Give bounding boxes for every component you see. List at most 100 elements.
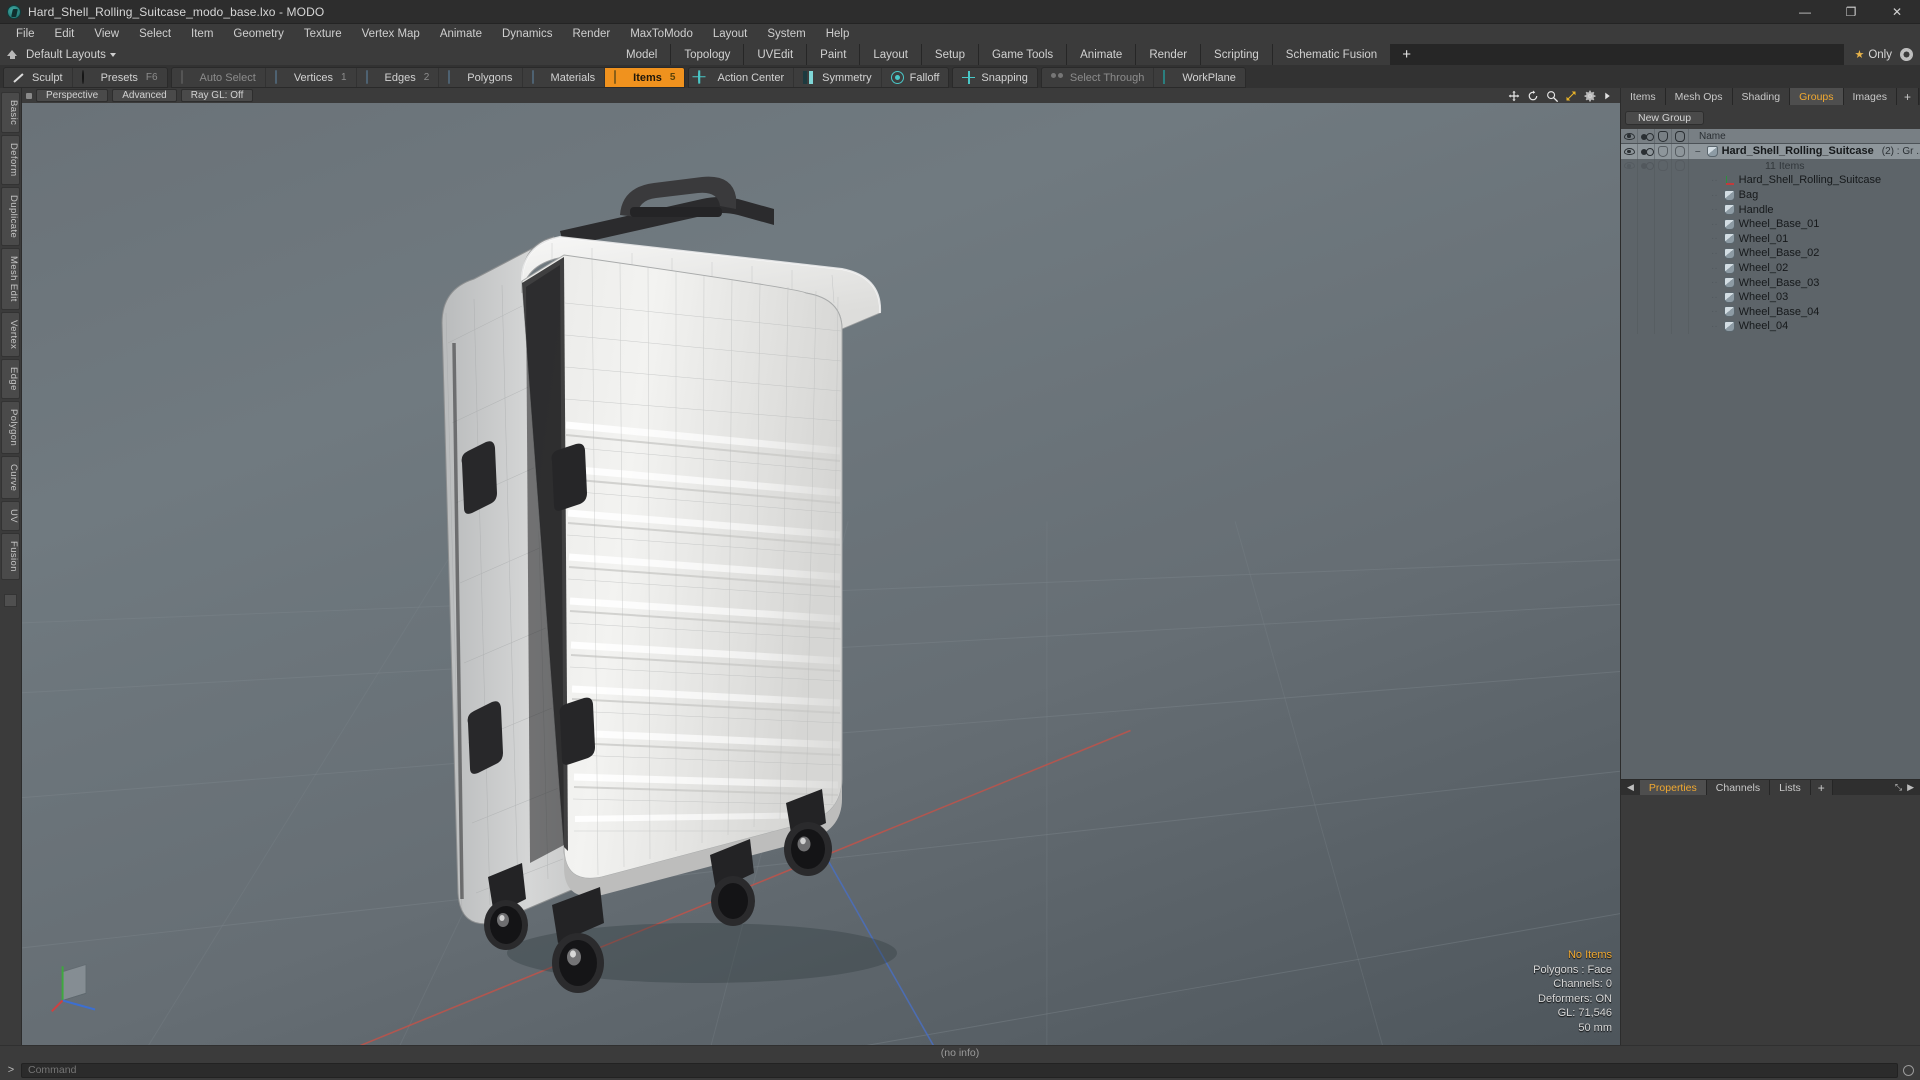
tree-branch-icon[interactable]: ·· <box>1711 219 1718 230</box>
tree-toggle-cell[interactable] <box>1672 232 1689 247</box>
tree-toggle-cell[interactable] <box>1638 261 1655 276</box>
toolbar-button-auto-select[interactable]: Auto Select <box>172 68 266 87</box>
bottom-tab-channels[interactable]: Channels <box>1707 780 1770 795</box>
tree-toggle-cell[interactable] <box>1638 305 1655 320</box>
rail-tab-basic[interactable]: Basic <box>1 92 20 133</box>
tree-toggle-cell[interactable] <box>1638 275 1655 290</box>
menu-item-maxtomodo[interactable]: MaxToModo <box>620 24 703 44</box>
tree-toggle-cell[interactable] <box>1638 290 1655 305</box>
rail-toggle-square[interactable] <box>4 594 17 607</box>
tree-toggle-cell[interactable] <box>1621 290 1638 305</box>
layout-preset-dropdown[interactable]: Default Layouts <box>26 49 116 61</box>
groups-tree[interactable]: Name –Hard_Shell_Rolling_Suitcase(2) : G… <box>1621 129 1920 779</box>
layout-tab-schematic-fusion[interactable]: Schematic Fusion <box>1273 44 1391 65</box>
tree-toggle-cell[interactable] <box>1655 305 1672 320</box>
tree-toggle-cell[interactable] <box>1621 261 1638 276</box>
axis-gizmo[interactable] <box>50 959 104 1015</box>
minimize-button[interactable]: — <box>1782 0 1828 24</box>
menu-item-system[interactable]: System <box>757 24 815 44</box>
tree-row[interactable]: ··Bag <box>1621 188 1920 203</box>
rail-tab-uv[interactable]: UV <box>1 501 20 531</box>
tree-row[interactable]: ··Wheel_03 <box>1621 290 1920 305</box>
bottom-tabs-right-controls[interactable]: ⤡▶ <box>1889 780 1920 795</box>
tree-toggle-cell[interactable] <box>1655 319 1672 334</box>
zoom-icon[interactable] <box>1546 90 1558 102</box>
tree-toggle-cell[interactable] <box>1672 188 1689 203</box>
menu-item-render[interactable]: Render <box>562 24 620 44</box>
rail-tab-vertex[interactable]: Vertex <box>1 312 20 357</box>
tree-row[interactable]: ··Wheel_Base_01 <box>1621 217 1920 232</box>
tree-toggle-cell[interactable] <box>1672 275 1689 290</box>
layout-tab-game-tools[interactable]: Game Tools <box>979 44 1067 65</box>
visibility-eye-icon[interactable] <box>1624 148 1635 155</box>
3d-viewport[interactable]: No Items Polygons : Face Channels: 0 Def… <box>22 103 1620 1045</box>
layout-tab-scripting[interactable]: Scripting <box>1201 44 1273 65</box>
right-tab-mesh-ops[interactable]: Mesh Ops <box>1666 88 1733 105</box>
move-icon[interactable] <box>1508 90 1520 102</box>
tree-toggle-cell[interactable] <box>1638 159 1655 174</box>
rail-tab-fusion[interactable]: Fusion <box>1 533 20 580</box>
caret-left-icon[interactable]: ◀ <box>1627 782 1634 793</box>
tree-toggle-cell[interactable] <box>1655 173 1672 188</box>
tree-row[interactable]: ··Wheel_01 <box>1621 232 1920 247</box>
tree-branch-icon[interactable]: ·· <box>1711 277 1718 288</box>
tree-toggle-cell[interactable] <box>1672 261 1689 276</box>
settings-gear-icon[interactable] <box>1584 90 1596 102</box>
tree-toggle-cell[interactable] <box>1621 159 1638 174</box>
toolbar-button-falloff[interactable]: Falloff <box>882 68 949 87</box>
shield-round-icon[interactable] <box>1658 160 1668 171</box>
menu-item-help[interactable]: Help <box>816 24 860 44</box>
tree-row[interactable]: –Hard_Shell_Rolling_Suitcase(2) : Gr ... <box>1621 144 1920 159</box>
rail-tab-edge[interactable]: Edge <box>1 359 20 399</box>
tree-branch-icon[interactable]: ·· <box>1711 306 1718 317</box>
tree-toggle-cell[interactable] <box>1655 246 1672 261</box>
tree-toggle-cell[interactable] <box>1672 290 1689 305</box>
tree-row[interactable]: ··Wheel_02 <box>1621 261 1920 276</box>
menu-item-vertex-map[interactable]: Vertex Map <box>352 24 430 44</box>
tree-toggle-cell[interactable] <box>1638 144 1655 159</box>
tree-toggle-cell[interactable] <box>1655 217 1672 232</box>
tree-toggle-cell[interactable] <box>1655 159 1672 174</box>
toolbar-button-select-through[interactable]: Select Through <box>1042 68 1154 87</box>
tree-branch-icon[interactable]: ·· <box>1711 175 1718 186</box>
layout-tab-model[interactable]: Model <box>613 44 671 65</box>
menu-item-file[interactable]: File <box>6 24 45 44</box>
menu-item-layout[interactable]: Layout <box>703 24 758 44</box>
tree-toggle-cell[interactable] <box>1672 202 1689 217</box>
tree-branch-icon[interactable]: ·· <box>1711 248 1718 259</box>
visibility-eye-icon[interactable] <box>1624 162 1635 169</box>
toolbar-button-items[interactable]: Items5 <box>605 68 684 87</box>
fit-icon[interactable] <box>1565 90 1577 102</box>
tree-toggle-cell[interactable] <box>1655 202 1672 217</box>
tree-toggle-cell[interactable] <box>1655 188 1672 203</box>
tree-toggle-cell[interactable] <box>1672 159 1689 174</box>
toolbar-button-snapping[interactable]: Snapping <box>953 68 1037 87</box>
tree-toggle-cell[interactable] <box>1672 305 1689 320</box>
shield-outline-icon[interactable] <box>1658 146 1668 157</box>
tree-row[interactable]: ··Wheel_Base_04 <box>1621 305 1920 320</box>
tree-toggle-cell[interactable] <box>1621 246 1638 261</box>
viewport-shading-chip[interactable]: Advanced <box>112 89 176 102</box>
tree-toggle-cell[interactable] <box>1638 202 1655 217</box>
command-input[interactable] <box>21 1063 1898 1078</box>
tree-toggle-cell[interactable] <box>1655 144 1672 159</box>
rail-tab-curve[interactable]: Curve <box>1 456 20 499</box>
tree-toggle-cell[interactable] <box>1621 232 1638 247</box>
right-tab-groups[interactable]: Groups <box>1790 88 1843 105</box>
tree-toggle-cell[interactable] <box>1672 319 1689 334</box>
menu-item-select[interactable]: Select <box>129 24 181 44</box>
menu-item-item[interactable]: Item <box>181 24 223 44</box>
toolbar-button-edges[interactable]: Edges2 <box>357 68 440 87</box>
toolbar-button-polygons[interactable]: Polygons <box>439 68 522 87</box>
tree-row[interactable]: ··Handle <box>1621 202 1920 217</box>
rail-tab-polygon[interactable]: Polygon <box>1 401 20 454</box>
only-toggle[interactable]: ★ Only <box>1854 48 1892 61</box>
expand-arrow-icon[interactable] <box>1603 90 1612 102</box>
tree-branch-icon[interactable]: ·· <box>1711 233 1718 244</box>
right-tab-shading[interactable]: Shading <box>1733 88 1791 105</box>
tree-toggle-cell[interactable] <box>1655 290 1672 305</box>
new-group-button[interactable]: New Group <box>1625 111 1704 125</box>
tree-toggle-cell[interactable] <box>1621 202 1638 217</box>
column-lock[interactable] <box>1655 129 1672 143</box>
tree-collapse-icon[interactable]: – <box>1695 146 1701 157</box>
